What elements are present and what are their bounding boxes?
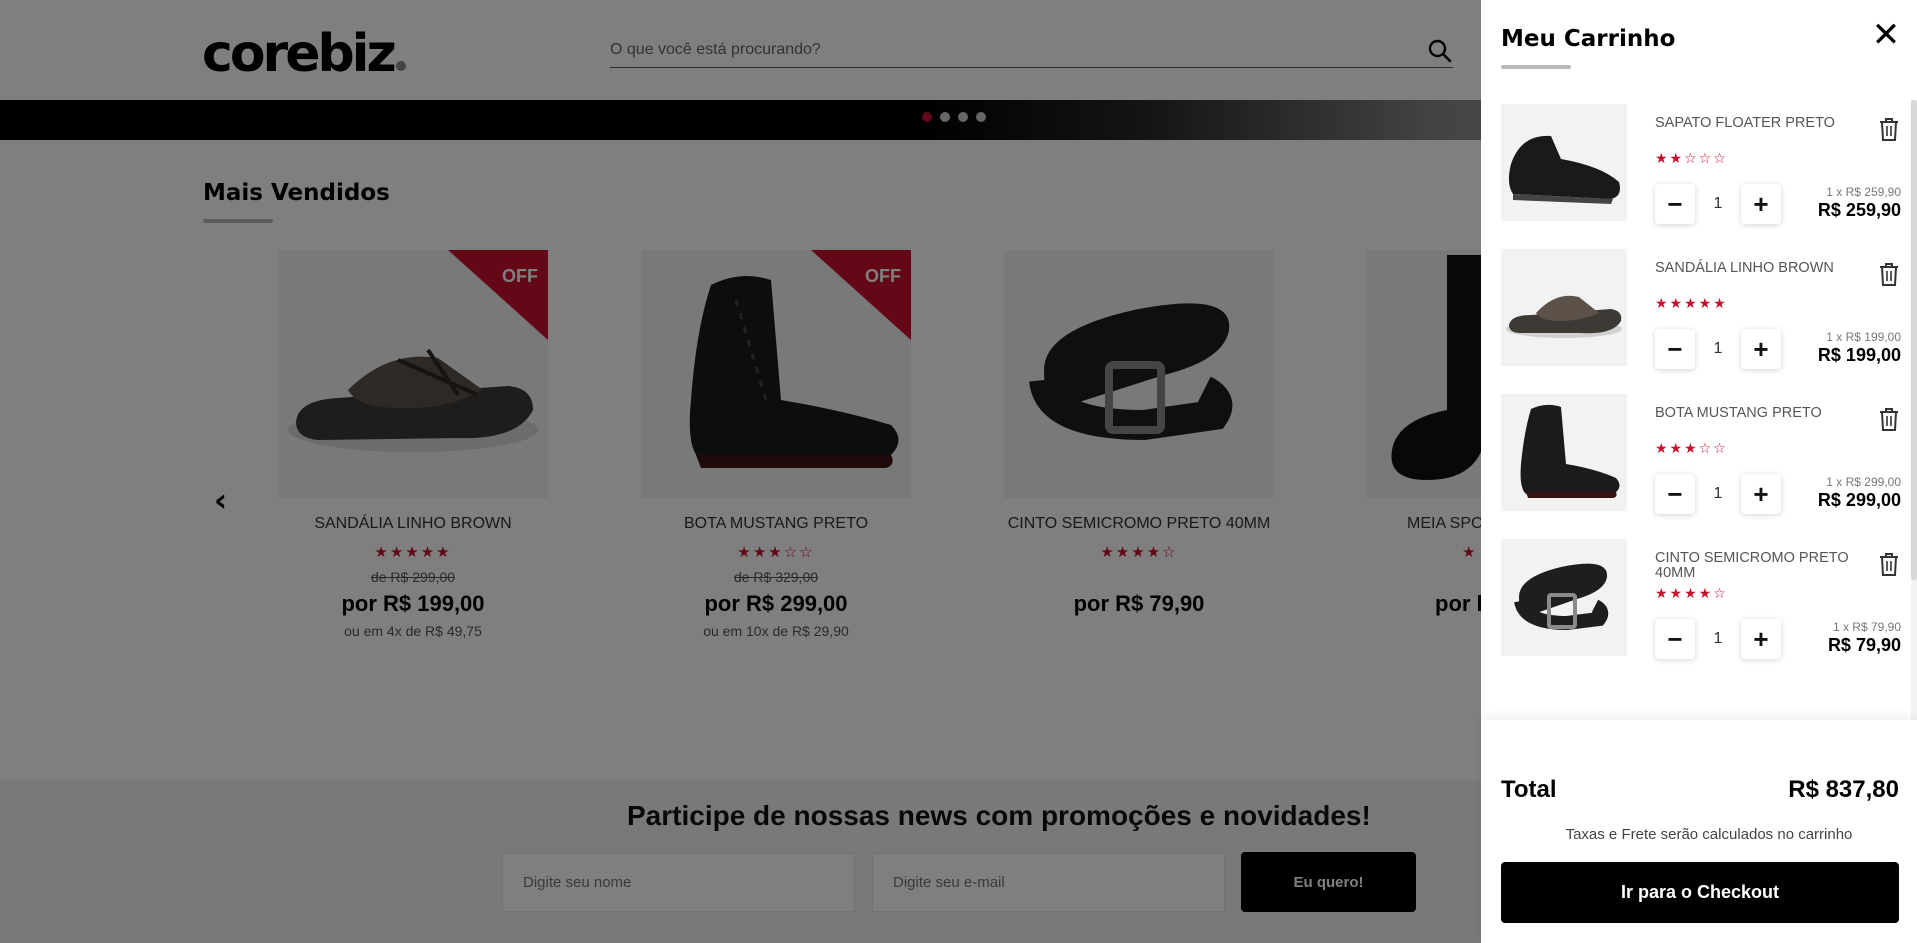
cart-item: BOTA MUSTANG PRETO ★★★☆☆ − 1 + 1 x R$ 29… <box>1501 394 1901 514</box>
cart-item: SANDÁLIA LINHO BROWN ★★★★★ − 1 + 1 x R$ … <box>1501 249 1901 369</box>
trash-icon[interactable] <box>1877 261 1901 287</box>
cart-footer: Total R$ 837,80 Taxas e Frete serão calc… <box>1481 720 1917 943</box>
trash-icon[interactable] <box>1877 551 1901 577</box>
rating-stars: ★★★☆☆ <box>1655 441 1728 457</box>
item-total: R$ 299,00 <box>1817 490 1901 510</box>
unit-price: 1 x R$ 259,90 <box>1826 185 1901 199</box>
cart-scrollbar[interactable] <box>1911 100 1917 720</box>
checkout-button[interactable]: Ir para o Checkout <box>1501 862 1899 923</box>
rating-stars: ★★★★☆ <box>1655 586 1728 602</box>
item-total: R$ 259,90 <box>1817 200 1901 220</box>
close-icon[interactable]: ✕ <box>1871 18 1901 52</box>
rating-stars: ★★☆☆☆ <box>1655 151 1728 167</box>
quantity-stepper: − 1 + <box>1655 474 1781 514</box>
unit-price: 1 x R$ 299,00 <box>1826 475 1901 489</box>
increase-quantity-button[interactable]: + <box>1741 474 1781 514</box>
cart-item-list: SAPATO FLOATER PRETO ★★☆☆☆ − 1 + 1 x R$ … <box>1481 100 1917 720</box>
cart-item: SAPATO FLOATER PRETO ★★☆☆☆ − 1 + 1 x R$ … <box>1501 104 1901 224</box>
shoe-image <box>1508 135 1620 204</box>
trash-icon[interactable] <box>1877 406 1901 432</box>
cart-item-image <box>1501 394 1627 511</box>
cart-title-underline <box>1501 65 1571 69</box>
tax-note: Taxas e Frete serão calculados no carrin… <box>1565 826 1853 843</box>
quantity-stepper: − 1 + <box>1655 329 1781 369</box>
decrease-quantity-button[interactable]: − <box>1655 184 1695 224</box>
cart-item-name: SANDÁLIA LINHO BROWN <box>1655 260 1834 276</box>
cart-drawer: Meu Carrinho ✕ SAPATO FLOATER PRETO ★★☆☆… <box>1481 0 1917 943</box>
scrollbar-thumb[interactable] <box>1911 100 1917 580</box>
cart-title: Meu Carrinho <box>1501 26 1676 52</box>
boot-image <box>1520 404 1620 498</box>
decrease-quantity-button[interactable]: − <box>1655 329 1695 369</box>
belt-image <box>1514 563 1609 631</box>
decrease-quantity-button[interactable]: − <box>1655 619 1695 659</box>
increase-quantity-button[interactable]: + <box>1741 619 1781 659</box>
unit-price: 1 x R$ 199,00 <box>1826 330 1901 344</box>
total-label: Total <box>1501 776 1557 803</box>
item-total: R$ 199,00 <box>1817 345 1901 365</box>
trash-icon[interactable] <box>1877 116 1901 142</box>
cart-item: CINTO SEMICROMO PRETO 40MM ★★★★☆ − 1 + 1… <box>1501 539 1901 659</box>
decrease-quantity-button[interactable]: − <box>1655 474 1695 514</box>
quantity-value: 1 <box>1713 485 1723 502</box>
increase-quantity-button[interactable]: + <box>1741 184 1781 224</box>
sandal-image <box>1506 295 1622 338</box>
quantity-value: 1 <box>1713 340 1723 357</box>
cart-item-image <box>1501 249 1627 366</box>
quantity-stepper: − 1 + <box>1655 619 1781 659</box>
increase-quantity-button[interactable]: + <box>1741 329 1781 369</box>
total-value: R$ 837,80 <box>1788 776 1899 803</box>
quantity-value: 1 <box>1713 195 1723 212</box>
rating-stars: ★★★★★ <box>1655 296 1728 312</box>
cart-item-name: BOTA MUSTANG PRETO <box>1655 405 1822 421</box>
quantity-value: 1 <box>1713 630 1723 647</box>
unit-price: 1 x R$ 79,90 <box>1832 620 1901 634</box>
cart-item-image <box>1501 104 1627 221</box>
quantity-stepper: − 1 + <box>1655 184 1781 224</box>
cart-item-name: SAPATO FLOATER PRETO <box>1655 115 1835 131</box>
item-total: R$ 79,90 <box>1827 635 1901 655</box>
cart-item-name: CINTO SEMICROMO PRETO 40MM <box>1655 550 1849 581</box>
cart-item-image <box>1501 539 1627 656</box>
